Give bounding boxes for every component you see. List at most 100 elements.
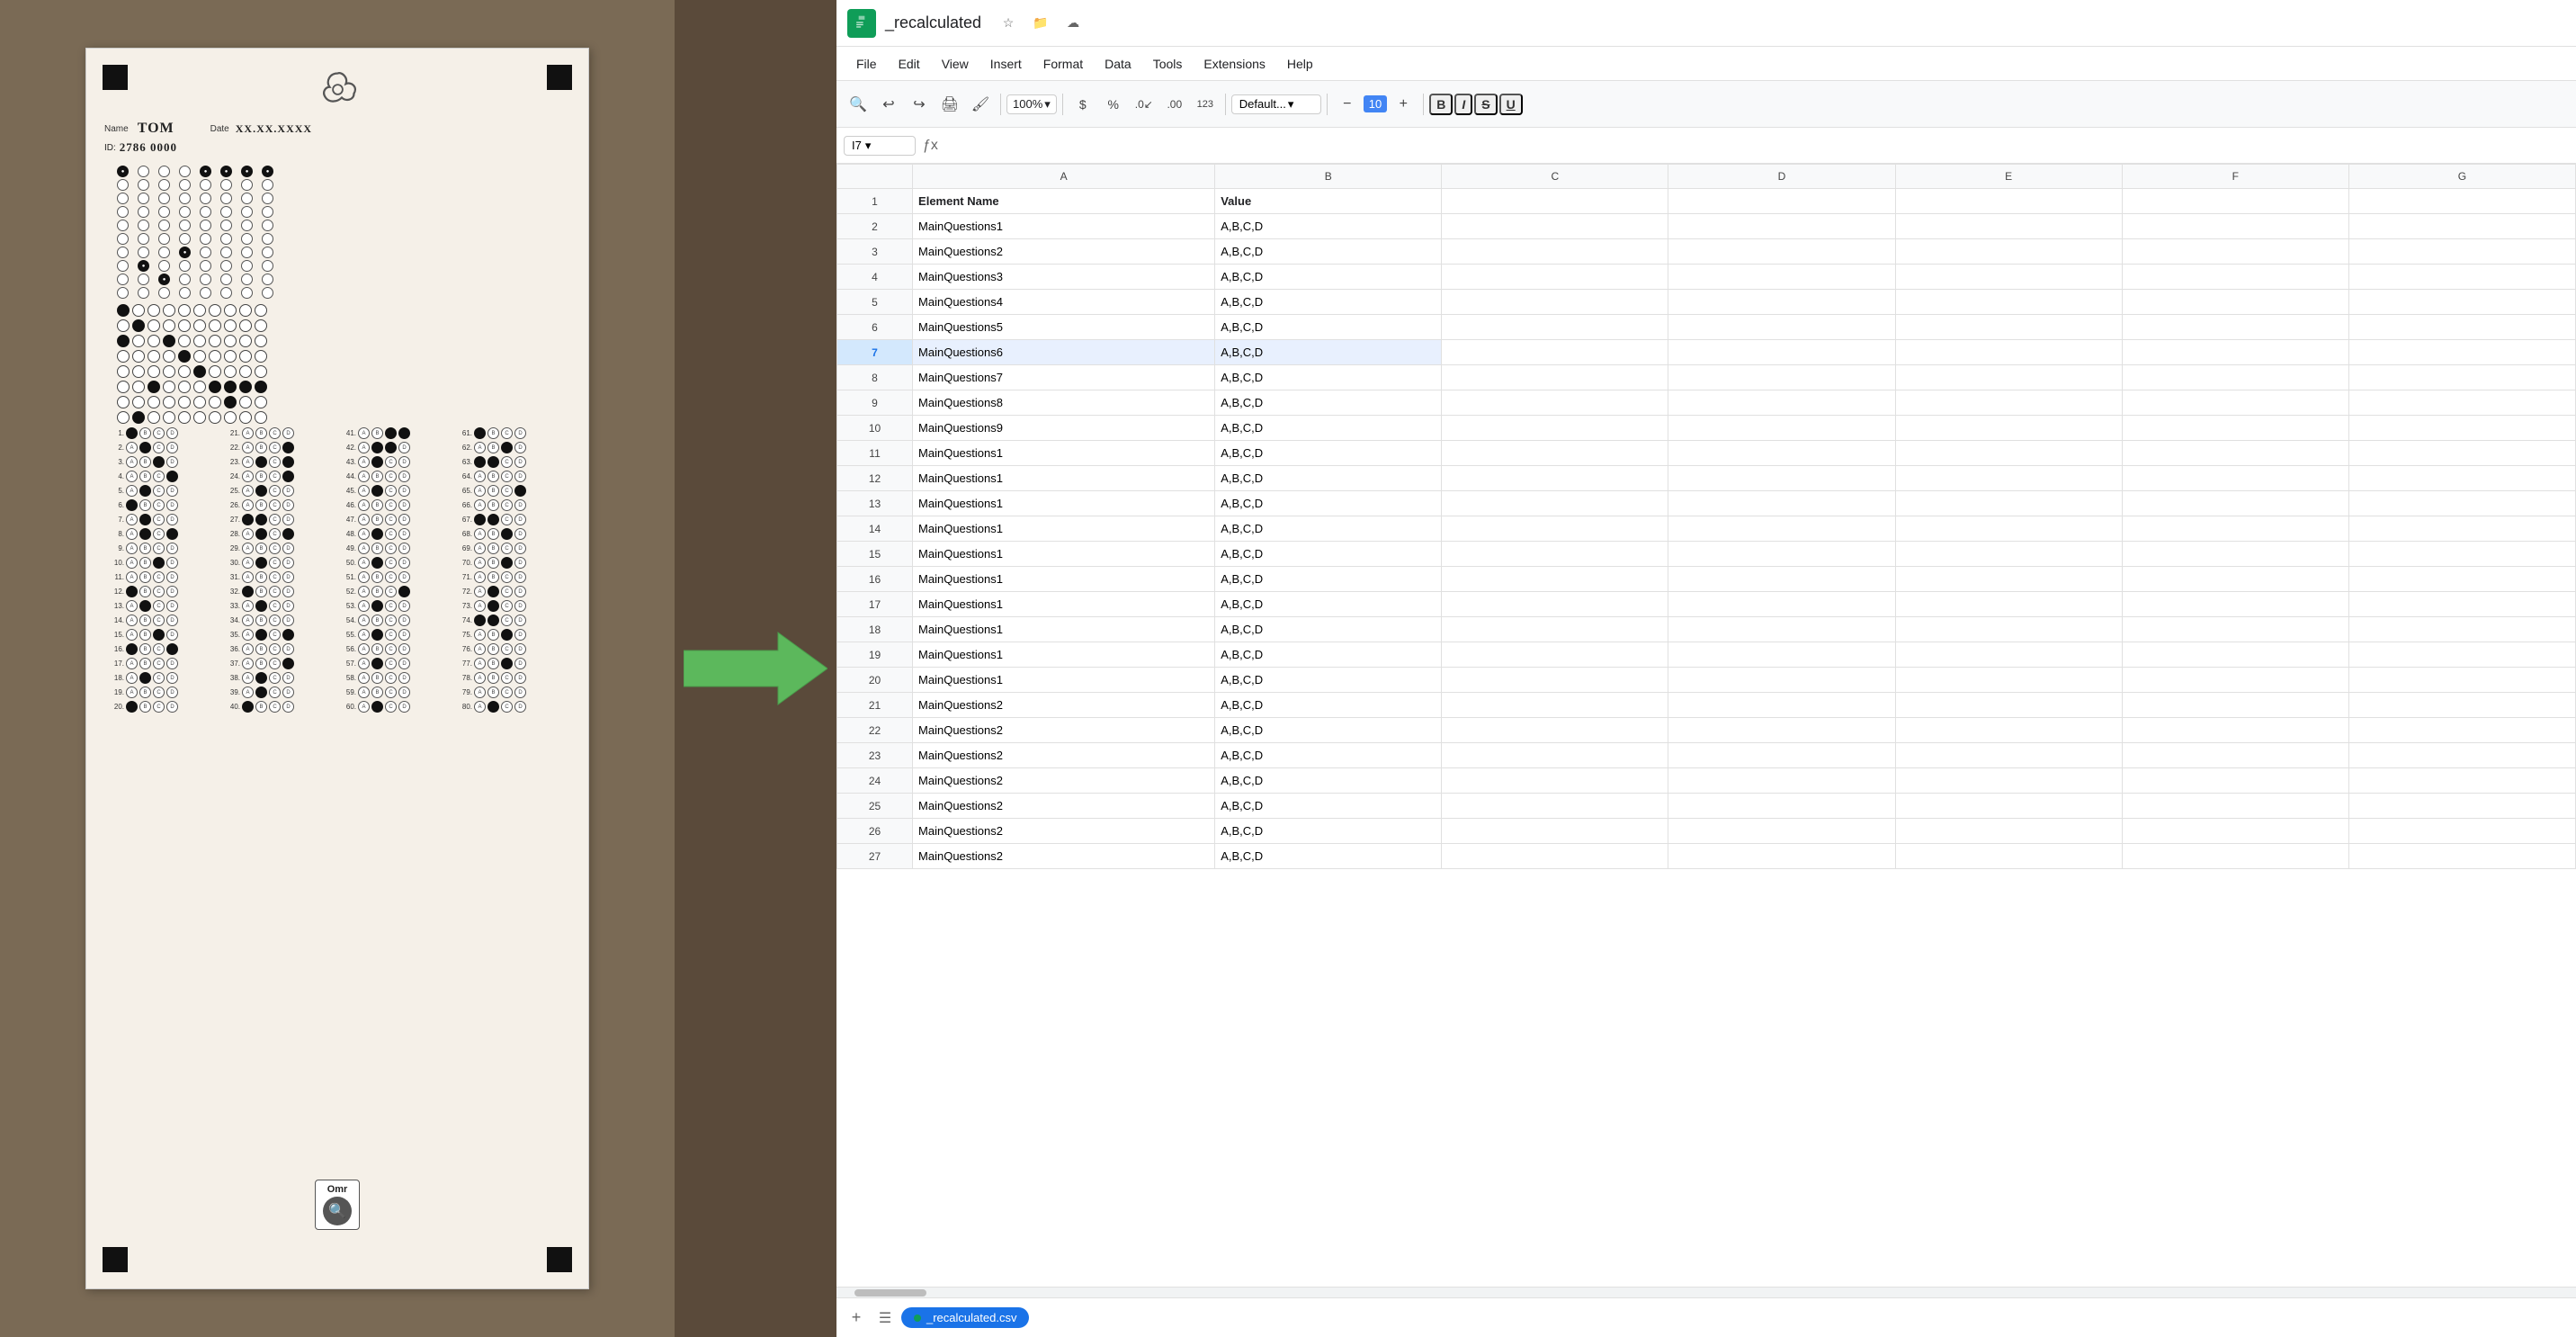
cell-b[interactable]: A,B,C,D (1215, 718, 1442, 743)
cell-g[interactable] (2348, 340, 2575, 365)
cell-f[interactable] (2122, 239, 2348, 265)
redo-button[interactable]: ↪ (905, 90, 934, 119)
cell-a[interactable]: MainQuestions9 (913, 416, 1215, 441)
col-header-f[interactable]: F (2122, 165, 2348, 189)
cell-c[interactable] (1442, 567, 1668, 592)
cell-b[interactable]: A,B,C,D (1215, 365, 1442, 390)
search-button[interactable]: 🔍 (844, 90, 872, 119)
cell-c[interactable] (1442, 214, 1668, 239)
cell-g[interactable] (2348, 466, 2575, 491)
cell-g[interactable] (2348, 265, 2575, 290)
col-header-b[interactable]: B (1215, 165, 1442, 189)
cell-b[interactable]: A,B,C,D (1215, 794, 1442, 819)
cell-d[interactable] (1668, 743, 1895, 768)
cell-c[interactable] (1442, 592, 1668, 617)
cell-c[interactable] (1442, 617, 1668, 642)
cell-c[interactable] (1442, 768, 1668, 794)
cell-a[interactable]: MainQuestions1 (913, 592, 1215, 617)
menu-extensions[interactable]: Extensions (1194, 53, 1274, 75)
cell-c[interactable] (1442, 743, 1668, 768)
cell-g[interactable] (2348, 819, 2575, 844)
cell-g[interactable] (2348, 390, 2575, 416)
cell-e[interactable] (1895, 718, 2122, 743)
cell-f[interactable] (2122, 743, 2348, 768)
col-header-e[interactable]: E (1895, 165, 2122, 189)
cell-a[interactable]: MainQuestions1 (913, 441, 1215, 466)
cell-f[interactable] (2122, 340, 2348, 365)
cell-a[interactable]: MainQuestions2 (913, 718, 1215, 743)
cell-f[interactable] (2122, 491, 2348, 516)
cell-f[interactable] (2122, 214, 2348, 239)
cell-e[interactable] (1895, 743, 2122, 768)
print-button[interactable]: 🖨 (935, 90, 964, 119)
cell-e[interactable] (1895, 617, 2122, 642)
cell-c[interactable] (1442, 390, 1668, 416)
cell-b[interactable]: A,B,C,D (1215, 516, 1442, 542)
sheet-menu-button[interactable]: ☰ (872, 1306, 898, 1331)
cell-e[interactable] (1895, 416, 2122, 441)
cell-b[interactable]: A,B,C,D (1215, 390, 1442, 416)
menu-insert[interactable]: Insert (981, 53, 1031, 75)
cell-b[interactable]: A,B,C,D (1215, 693, 1442, 718)
cell-c[interactable] (1442, 516, 1668, 542)
paint-format-button[interactable]: 🖌 (966, 90, 995, 119)
cell-e[interactable] (1895, 265, 2122, 290)
cell-d[interactable] (1668, 290, 1895, 315)
cell-a[interactable]: MainQuestions2 (913, 743, 1215, 768)
cell-e[interactable] (1895, 365, 2122, 390)
cell-d[interactable] (1668, 340, 1895, 365)
cell-f[interactable] (2122, 844, 2348, 869)
cell-e[interactable] (1895, 239, 2122, 265)
cell-reference[interactable]: I7 ▾ (844, 136, 916, 156)
cell-g[interactable] (2348, 516, 2575, 542)
cell-g[interactable] (2348, 189, 2575, 214)
cell-f[interactable] (2122, 718, 2348, 743)
cell-f[interactable] (2122, 617, 2348, 642)
cell-a[interactable]: MainQuestions7 (913, 365, 1215, 390)
cell-a[interactable]: MainQuestions2 (913, 693, 1215, 718)
menu-edit[interactable]: Edit (890, 53, 929, 75)
cell-c[interactable] (1442, 542, 1668, 567)
cell-c[interactable] (1442, 693, 1668, 718)
cell-b[interactable]: A,B,C,D (1215, 567, 1442, 592)
cell-f[interactable] (2122, 290, 2348, 315)
cell-c[interactable] (1442, 265, 1668, 290)
cell-g[interactable] (2348, 491, 2575, 516)
active-sheet-tab[interactable]: _recalculated.csv (901, 1307, 1029, 1328)
cell-b[interactable]: A,B,C,D (1215, 491, 1442, 516)
cell-c[interactable] (1442, 718, 1668, 743)
decimal-increase-button[interactable]: .00 (1160, 90, 1189, 119)
cell-f[interactable] (2122, 794, 2348, 819)
cell-c[interactable] (1442, 365, 1668, 390)
cell-b[interactable]: A,B,C,D (1215, 466, 1442, 491)
cell-d[interactable] (1668, 617, 1895, 642)
cell-b[interactable]: A,B,C,D (1215, 340, 1442, 365)
cell-f[interactable] (2122, 516, 2348, 542)
cell-g[interactable] (2348, 794, 2575, 819)
cell-g[interactable] (2348, 844, 2575, 869)
cell-e[interactable] (1895, 516, 2122, 542)
cell-d[interactable] (1668, 239, 1895, 265)
cell-b[interactable]: A,B,C,D (1215, 265, 1442, 290)
menu-view[interactable]: View (933, 53, 978, 75)
cell-f[interactable] (2122, 416, 2348, 441)
cell-d[interactable] (1668, 416, 1895, 441)
zoom-selector[interactable]: 100% ▾ (1006, 94, 1057, 114)
cell-c[interactable] (1442, 340, 1668, 365)
cell-e[interactable] (1895, 441, 2122, 466)
cell-c[interactable] (1442, 189, 1668, 214)
cell-d[interactable] (1668, 693, 1895, 718)
percent-button[interactable]: % (1099, 90, 1128, 119)
cell-c[interactable] (1442, 239, 1668, 265)
formula-input[interactable] (945, 137, 2569, 154)
cell-b[interactable]: A,B,C,D (1215, 441, 1442, 466)
col-header-a[interactable]: A (913, 165, 1215, 189)
cell-d[interactable] (1668, 718, 1895, 743)
cell-a[interactable]: MainQuestions1 (913, 642, 1215, 668)
cell-a[interactable]: MainQuestions8 (913, 390, 1215, 416)
cell-e[interactable] (1895, 693, 2122, 718)
cell-b[interactable]: A,B,C,D (1215, 668, 1442, 693)
col-header-c[interactable]: C (1442, 165, 1668, 189)
cell-c[interactable] (1442, 315, 1668, 340)
cell-f[interactable] (2122, 365, 2348, 390)
